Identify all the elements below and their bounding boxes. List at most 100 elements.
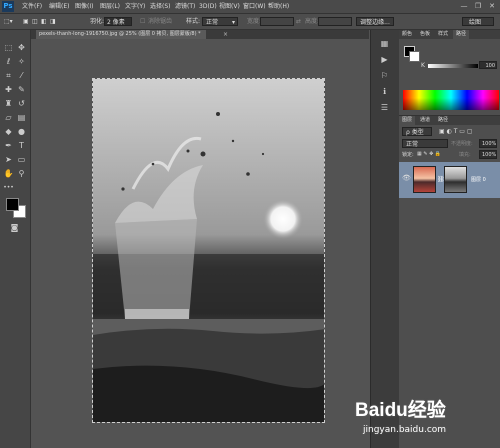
photoshop-logo: Ps	[2, 1, 14, 12]
menu-view[interactable]: 视图(V)	[219, 0, 240, 13]
layer-thumbnail[interactable]	[413, 166, 436, 193]
layer-kind-filter[interactable]: ρ 类型	[402, 127, 432, 136]
tab-paths-color[interactable]: 路径	[453, 30, 470, 39]
antialias-checkbox[interactable]: ☐	[140, 16, 145, 27]
adjustments-icon[interactable]: ☰	[379, 102, 390, 113]
visibility-eye-icon[interactable]: 👁	[402, 174, 411, 182]
background-swatch[interactable]	[409, 51, 420, 62]
menu-image[interactable]: 图像(I)	[75, 0, 93, 13]
marquee-tool-icon[interactable]: ⬚▾	[4, 16, 13, 27]
filter-icons[interactable]: ▣ ◐ T ▭ ▢	[439, 128, 473, 135]
style-select[interactable]: 正常 ▾	[202, 17, 238, 26]
tab-layers[interactable]: 图层	[399, 116, 416, 125]
move-tool-icon[interactable]: ✥	[16, 42, 27, 53]
play-actions-icon[interactable]: ▶	[379, 54, 390, 65]
workspace-select[interactable]: 绘图	[462, 17, 494, 26]
opacity-label: 不透明度:	[451, 141, 473, 147]
history-brush-icon[interactable]: ↺	[16, 98, 27, 109]
hand-tool-icon[interactable]: ✋	[3, 168, 14, 179]
info-panel-icon[interactable]: ℹ	[379, 86, 390, 97]
add-selection-icon[interactable]: ◫	[32, 16, 38, 27]
more-tools-icon[interactable]: •••	[3, 182, 14, 193]
color-panel: 颜色 色板 样式 路径 K 100	[399, 30, 500, 116]
tab-styles[interactable]: 样式	[435, 30, 451, 39]
document-canvas[interactable]	[92, 78, 325, 423]
pen-tool-icon[interactable]: ✒	[3, 140, 14, 151]
color-panel-tabs: 颜色 色板 样式 路径	[399, 30, 500, 39]
menu-filter[interactable]: 滤镜(T)	[175, 0, 195, 13]
close-document-icon[interactable]: ×	[223, 30, 231, 39]
tab-paths[interactable]: 路径	[435, 116, 451, 125]
watermark-brand: Baidu经验	[355, 400, 446, 421]
style-value: 正常	[206, 19, 219, 26]
lock-icons[interactable]: ▦ ✎ ✥ 🔒	[417, 151, 441, 157]
crop-tool-icon[interactable]: ⌗	[3, 70, 14, 81]
baidu-watermark: Baidu经验 jingyan.baidu.com	[355, 395, 495, 443]
k-value-input[interactable]: 100	[479, 61, 497, 69]
fill-input[interactable]: 100%	[479, 150, 497, 159]
dodge-tool-icon[interactable]: ●	[16, 126, 27, 137]
watermark-url: jingyan.baidu.com	[363, 425, 447, 435]
style-label: 样式:	[186, 18, 201, 25]
eraser-tool-icon[interactable]: ▱	[3, 112, 14, 123]
menu-edit[interactable]: 编辑(E)	[49, 0, 69, 13]
fill-label: 填充:	[459, 152, 471, 158]
height-input[interactable]	[318, 17, 352, 26]
document-tab[interactable]: pexels-thanh-long-1916750.jpg @ 25% (图层 …	[36, 30, 206, 39]
panel-dock: ▦ ▶ ⚐ ℹ ☰	[370, 30, 400, 448]
opacity-input[interactable]: 100%	[479, 139, 497, 148]
subtract-selection-icon[interactable]: ◧	[41, 16, 47, 27]
refine-edge-button[interactable]: 调整边缘...	[356, 17, 394, 26]
restore-button[interactable]: ❐	[472, 1, 484, 11]
path-selection-icon[interactable]: ➤	[3, 154, 14, 165]
lasso-tool-icon[interactable]: ℓ	[3, 56, 14, 67]
new-selection-icon[interactable]: ▣	[23, 16, 29, 27]
gradient-tool-icon[interactable]: ▤	[16, 112, 27, 123]
menu-type[interactable]: 文字(Y)	[125, 0, 145, 13]
history-panel-icon[interactable]: ▦	[379, 38, 390, 49]
healing-brush-icon[interactable]: ✚	[3, 84, 14, 95]
marquee-tool-icon[interactable]: ⬚	[3, 42, 14, 53]
blur-tool-icon[interactable]: ◆	[3, 126, 14, 137]
width-input[interactable]	[260, 17, 294, 26]
menu-help[interactable]: 帮助(H)	[268, 0, 289, 13]
intersect-selection-icon[interactable]: ◨	[50, 16, 56, 27]
shape-tool-icon[interactable]: ▭	[16, 154, 27, 165]
layer-mask-thumbnail[interactable]	[444, 166, 467, 193]
type-tool-icon[interactable]: T	[16, 140, 27, 151]
menu-window[interactable]: 窗口(W)	[243, 0, 266, 13]
chevron-down-icon: ▾	[231, 19, 235, 26]
blend-mode-select[interactable]: 正常	[402, 139, 448, 148]
feather-label: 羽化:	[90, 18, 105, 25]
tab-channels[interactable]: 通道	[417, 116, 433, 125]
antialias-label: 消除锯齿	[148, 18, 173, 25]
feather-input[interactable]: 2 像素	[104, 17, 132, 26]
tab-color[interactable]: 颜色	[399, 30, 415, 39]
tab-swatches[interactable]: 色板	[417, 30, 433, 39]
menu-bar: Ps 文件(F) 编辑(E) 图像(I) 图层(L) 文字(Y) 选择(S) 滤…	[0, 0, 500, 14]
brush-panel-icon[interactable]: ⚐	[379, 70, 390, 81]
layer-row[interactable]: 👁 ⛓ 图层 0	[399, 162, 500, 198]
menu-select[interactable]: 选择(S)	[150, 0, 171, 13]
height-label: 高度:	[305, 18, 320, 25]
swap-icon[interactable]: ⇄	[296, 16, 301, 27]
foreground-color-swatch-top[interactable]	[6, 198, 19, 211]
clone-stamp-icon[interactable]: ♜	[3, 98, 14, 109]
zoom-tool-icon[interactable]: ⚲	[16, 168, 27, 179]
magic-wand-icon[interactable]: ✧	[16, 56, 27, 67]
brush-tool-icon[interactable]: ✎	[16, 84, 27, 95]
close-button[interactable]: ✕	[486, 1, 498, 11]
menu-3d[interactable]: 3D(D)	[199, 0, 217, 13]
layer-name[interactable]: 图层 0	[471, 176, 486, 183]
channel-label: K	[421, 62, 425, 69]
quick-mask-icon[interactable]: ◙	[9, 222, 20, 233]
menu-layer[interactable]: 图层(L)	[100, 0, 120, 13]
tools-panel: ⬚ ✥ ℓ ✧ ⌗ ⁄ ✚ ✎ ♜ ↺ ▱ ▤ ◆ ● ✒ T ➤ ▭ ✋ ⚲ …	[0, 30, 31, 448]
menu-file[interactable]: 文件(F)	[22, 0, 42, 13]
eyedropper-icon[interactable]: ⁄	[16, 70, 27, 81]
k-slider[interactable]	[428, 64, 478, 68]
color-spectrum[interactable]	[403, 90, 499, 110]
minimize-button[interactable]: —	[458, 1, 470, 11]
lock-label: 锁定:	[402, 152, 414, 158]
options-bar: ⬚▾ ▣ ◫ ◧ ◨ 羽化: 2 像素 ☐ 消除锯齿 样式: 正常 ▾ 宽度: ⇄…	[0, 14, 500, 30]
